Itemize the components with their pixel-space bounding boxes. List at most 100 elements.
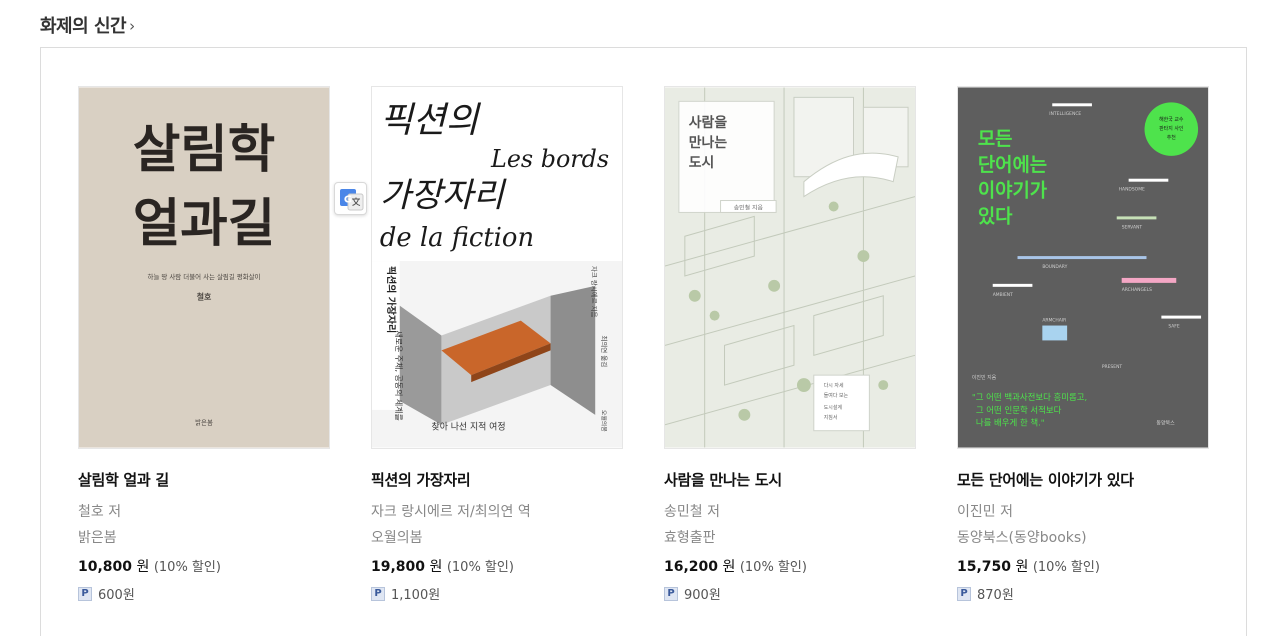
cover-word: HANDSOME: [1119, 187, 1145, 193]
cover-badge-1: 해한국 교수: [1159, 116, 1184, 123]
cover-title-2: 만나는: [689, 135, 728, 151]
book-price: 10,800: [78, 559, 133, 575]
currency-unit: 원: [136, 559, 150, 575]
book-publisher[interactable]: 밝은봄: [78, 527, 330, 547]
google-translate-icon: G: [340, 189, 364, 211]
cover-title-line2: 얼과길: [133, 194, 275, 254]
discount-rate: (10% 할인): [739, 560, 807, 575]
point-icon: P: [78, 586, 92, 601]
book-author[interactable]: 자크 랑시에르 저/최의연 역: [371, 501, 623, 521]
book-cover[interactable]: 살림학 얼과길 하늘 땅 사람 더불어 사는 살림길 평화살이 철호 밝은봄: [78, 86, 330, 449]
book-title[interactable]: 픽션의 가장자리: [371, 469, 623, 490]
cover-badge-3: 추천: [1167, 134, 1177, 141]
cover-word: ARCHANGELS: [1122, 287, 1152, 293]
cover-spine-subtitle: 새로운 주체, 공동의 세계를: [394, 330, 404, 420]
discount-rate: (10% 할인): [1032, 560, 1100, 575]
point-amount: 1,100원: [391, 588, 441, 603]
point-row: P 870원: [957, 584, 1209, 603]
cover-word: BOUNDARY: [1042, 264, 1067, 270]
book-price: 15,750: [957, 559, 1012, 575]
book-price: 19,800: [371, 559, 426, 575]
book-cover-art: 살림학 얼과길 하늘 땅 사람 더불어 사는 살림길 평화살이 철호 밝은봄: [79, 87, 329, 448]
book-card[interactable]: 살림학 얼과길 하늘 땅 사람 더불어 사는 살림길 평화살이 철호 밝은봄 살…: [78, 86, 330, 603]
book-card[interactable]: 사람을 만나는 도시 송민철 지음 다시 자세 들여다 보는 도시설계 지침서 …: [664, 86, 916, 603]
cover-title-3: 이야기가: [978, 180, 1048, 202]
cover-title-2: 단어에는: [978, 154, 1047, 176]
cover-publisher: 오월의봄: [600, 410, 608, 432]
point-row: P 600원: [78, 584, 330, 603]
chevron-right-icon[interactable]: ›: [129, 17, 135, 35]
book-title[interactable]: 살림학 얼과 길: [78, 469, 330, 490]
cover-tagline-2: 들여다 보는: [824, 392, 849, 399]
book-price: 16,200: [664, 559, 719, 575]
book-author[interactable]: 송민철 저: [664, 501, 916, 521]
book-cover-art: 사람을 만나는 도시 송민철 지음 다시 자세 들여다 보는 도시설계 지침서: [665, 87, 915, 448]
cover-tagline-4: 지침서: [824, 414, 838, 421]
book-publisher[interactable]: 효형출판: [664, 527, 916, 547]
book-publisher[interactable]: 동양북스(동양books): [957, 527, 1209, 547]
cover-spine-title: 픽션의 가장자리: [385, 266, 398, 333]
point-icon: P: [664, 586, 678, 601]
cover-author: 이진민 지음: [972, 374, 997, 381]
price-row: 15,750 원 (10% 할인): [957, 556, 1209, 576]
discount-rate: (10% 할인): [153, 560, 221, 575]
cover-translator-note: 최의연 옮김: [600, 335, 609, 367]
cover-quote-1: "그 어떤 백과사전보다 흥미롭고,: [972, 392, 1087, 402]
cover-title-4: 있다: [978, 205, 1013, 227]
svg-text:G: G: [344, 195, 352, 206]
section-title[interactable]: 화제의 신간: [40, 12, 127, 38]
cover-author: 송민철 지음: [734, 203, 764, 211]
price-row: 19,800 원 (10% 할인): [371, 556, 623, 576]
book-title[interactable]: 모든 단어에는 이야기가 있다: [957, 469, 1209, 490]
cover-title-line1: 살림학: [133, 120, 275, 180]
section-header[interactable]: 화제의 신간 ›: [40, 12, 135, 38]
currency-unit: 원: [722, 559, 736, 575]
cover-title-fr-1: Les bords: [490, 145, 609, 173]
book-cover-art: 모든 단어에는 이야기가 있다 해한국 교수 판타지 사인 추천 INTELLI…: [958, 87, 1208, 448]
cover-author-note: 자크 랑시에르 지음: [590, 266, 599, 318]
cover-title-1: 모든: [978, 129, 1013, 150]
point-icon: P: [957, 586, 971, 601]
cover-subtitle: 하늘 땅 사람 더불어 사는 살림길 평화살이: [148, 272, 261, 281]
cover-title-1: 사람을: [689, 115, 728, 131]
book-author[interactable]: 철호 저: [78, 501, 330, 521]
currency-unit: 원: [1015, 559, 1029, 575]
point-icon: P: [371, 586, 385, 601]
cover-tagline-1: 다시 자세: [824, 382, 844, 389]
price-row: 16,200 원 (10% 할인): [664, 556, 916, 576]
cover-bottom-text: 찾아 나선 지적 여정: [432, 421, 506, 433]
cover-title-ko-1: 픽션의: [380, 100, 482, 141]
cover-word: SERVANT: [1122, 224, 1143, 230]
cover-quote-3: 나를 배우게 한 책.": [976, 418, 1045, 428]
book-cover[interactable]: 픽션의 Les bords 가장자리 de la fiction 픽션의 가장자…: [371, 86, 623, 449]
book-publisher[interactable]: 오월의봄: [371, 527, 623, 547]
cover-title-ko-2: 가장자리: [380, 175, 507, 214]
book-card[interactable]: 모든 단어에는 이야기가 있다 해한국 교수 판타지 사인 추천 INTELLI…: [957, 86, 1209, 603]
book-cover[interactable]: 사람을 만나는 도시 송민철 지음 다시 자세 들여다 보는 도시설계 지침서: [664, 86, 916, 449]
point-amount: 900원: [684, 588, 721, 603]
discount-rate: (10% 할인): [446, 560, 514, 575]
book-author[interactable]: 이진민 저: [957, 501, 1209, 521]
point-row: P 1,100원: [371, 584, 623, 603]
cover-badge-2: 판타지 사인: [1159, 125, 1184, 132]
point-row: P 900원: [664, 584, 916, 603]
google-translate-button[interactable]: G: [334, 182, 367, 215]
cover-quote-2: 그 어떤 인문학 서적보다: [976, 405, 1062, 415]
book-cover-art: 픽션의 Les bords 가장자리 de la fiction 픽션의 가장자…: [372, 87, 622, 448]
cover-word: SAFE: [1168, 324, 1180, 330]
book-cover[interactable]: 모든 단어에는 이야기가 있다 해한국 교수 판타지 사인 추천 INTELLI…: [957, 86, 1209, 449]
cover-word: PRESENT: [1102, 364, 1123, 370]
cover-word: AMBIENT: [993, 292, 1013, 298]
book-card[interactable]: 픽션의 Les bords 가장자리 de la fiction 픽션의 가장자…: [371, 86, 623, 603]
book-title[interactable]: 사람을 만나는 도시: [664, 469, 916, 490]
cover-publisher: 밝은봄: [195, 418, 213, 427]
price-row: 10,800 원 (10% 할인): [78, 556, 330, 576]
cover-title-fr-2: de la fiction: [380, 223, 534, 253]
cover-author: 철호: [197, 292, 212, 302]
cover-word: INTELLIGENCE: [1049, 111, 1081, 117]
cover-word: ARMCHAIR: [1042, 318, 1066, 324]
currency-unit: 원: [429, 559, 443, 575]
point-amount: 870원: [977, 588, 1014, 603]
cover-publisher: 동양북스: [1156, 420, 1175, 427]
point-amount: 600원: [98, 588, 135, 603]
